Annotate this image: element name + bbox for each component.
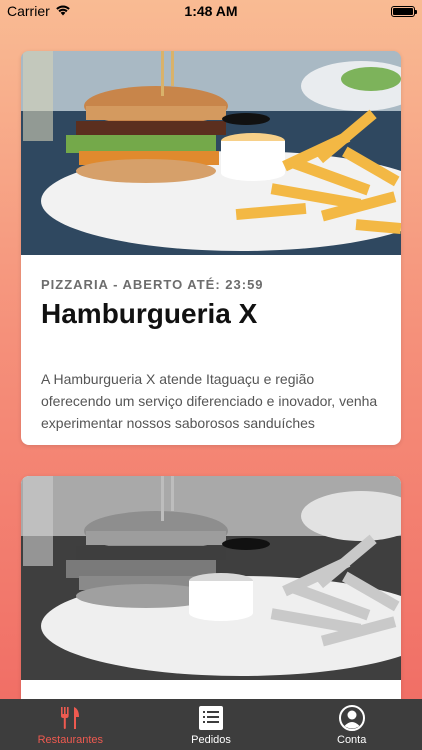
list-icon bbox=[198, 705, 224, 731]
status-left: Carrier bbox=[7, 3, 71, 19]
battery-icon bbox=[391, 5, 417, 17]
restaurant-photo bbox=[21, 51, 401, 255]
tab-pedidos[interactable]: Pedidos bbox=[141, 699, 282, 750]
restaurant-photo bbox=[21, 476, 401, 680]
user-icon bbox=[338, 705, 365, 731]
tab-label: Conta bbox=[337, 734, 367, 746]
wifi-icon bbox=[55, 3, 71, 19]
tab-label: Restaurantes bbox=[37, 734, 104, 746]
tab-label: Pedidos bbox=[191, 734, 231, 746]
card-body: PIZZARIA - ABERTO ATÉ: 23:59 Hamburgueri… bbox=[21, 255, 401, 434]
carrier-label: Carrier bbox=[7, 3, 50, 19]
tab-bar: Restaurantes Pedidos Conta bbox=[0, 699, 422, 750]
restaurant-name: Hamburgueria X bbox=[41, 298, 258, 329]
restaurant-card[interactable] bbox=[21, 476, 401, 736]
fork-knife-icon bbox=[57, 705, 83, 731]
tab-restaurantes[interactable]: Restaurantes bbox=[0, 699, 141, 750]
restaurant-category: PIZZARIA - ABERTO ATÉ: 23:59 bbox=[41, 277, 264, 292]
restaurant-description: A Hamburgueria X atende Itaguaçu e regiã… bbox=[41, 371, 378, 431]
tab-conta[interactable]: Conta bbox=[281, 699, 422, 750]
status-bar: Carrier 1:48 AM bbox=[0, 0, 422, 22]
restaurant-card[interactable]: PIZZARIA - ABERTO ATÉ: 23:59 Hamburgueri… bbox=[21, 51, 401, 445]
